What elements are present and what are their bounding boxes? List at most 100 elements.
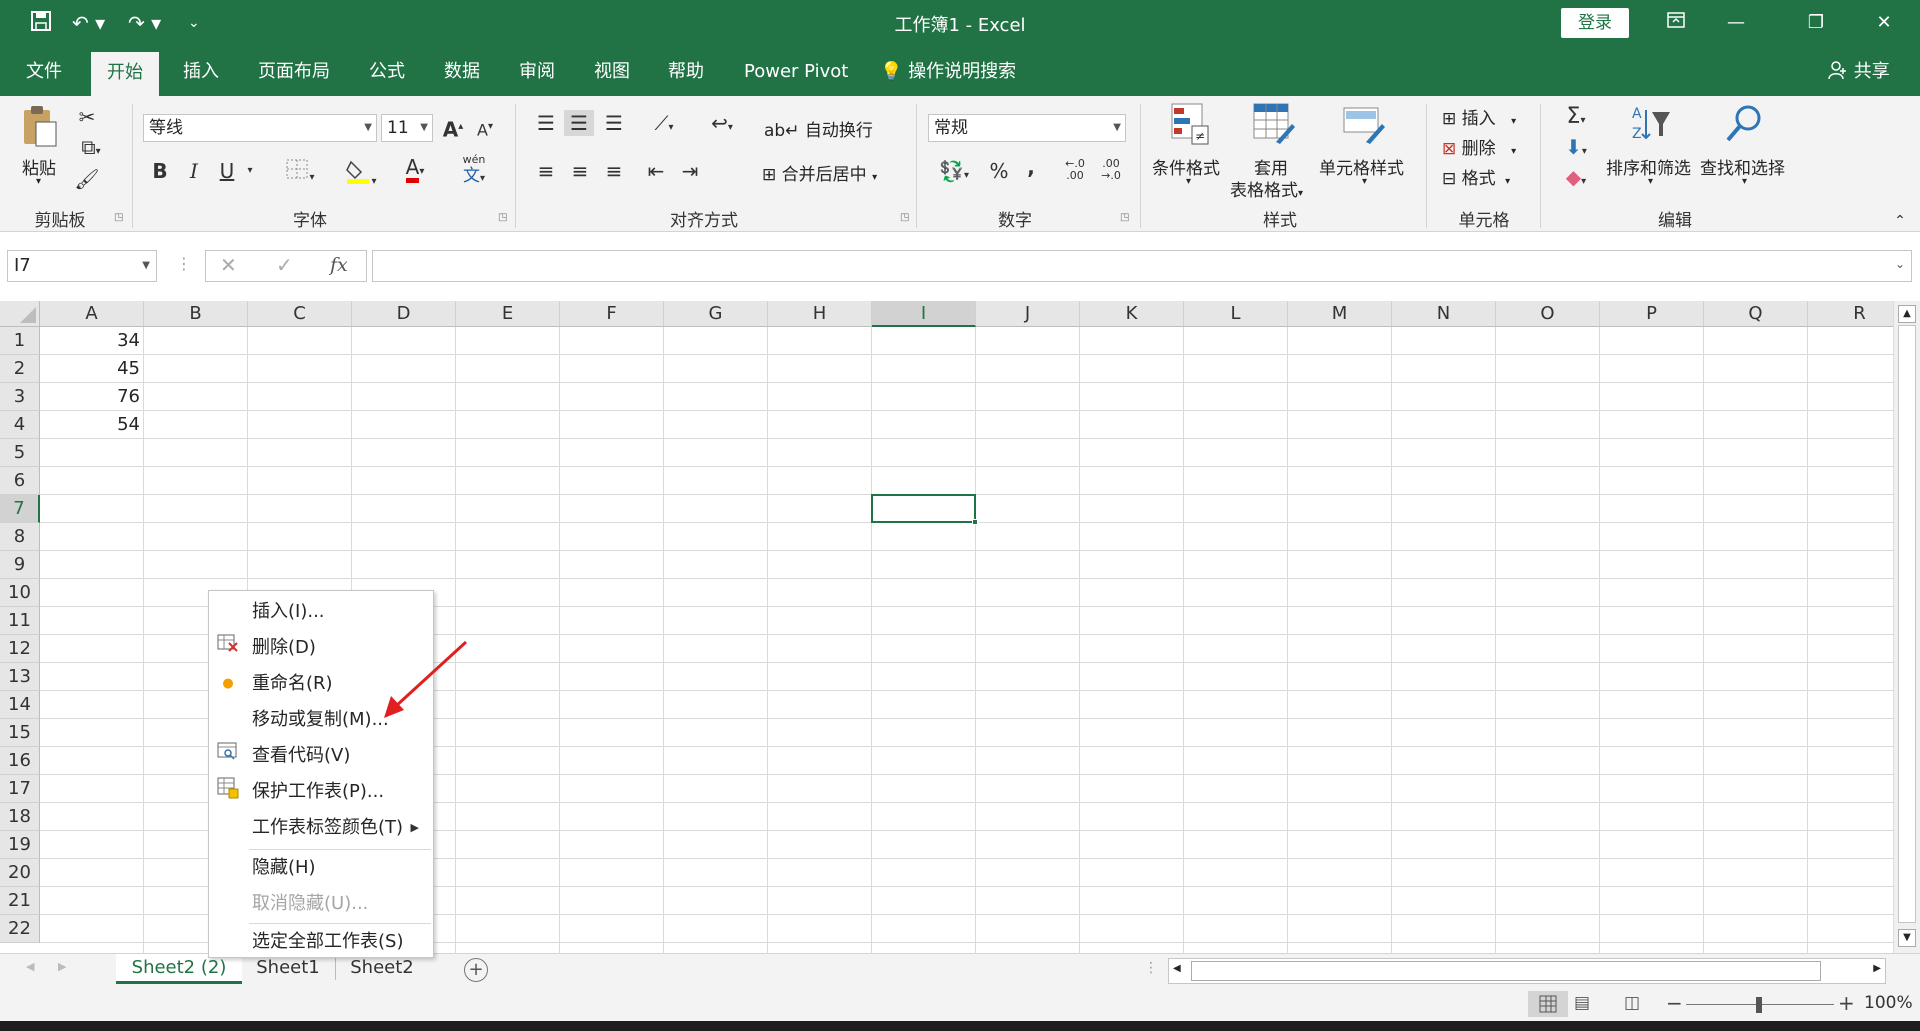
align-right-icon[interactable]: ≡ [600,158,628,184]
row-header-4[interactable]: 4 [0,411,40,439]
format-as-table-label-2[interactable]: 表格格式▾ [1230,176,1303,201]
row-header-15[interactable]: 15 [0,719,40,747]
row-header-18[interactable]: 18 [0,803,40,831]
insert-function-icon[interactable]: fx [330,254,348,276]
decrease-decimal-icon[interactable]: .00 →.0 [1096,158,1126,182]
row-header-19[interactable]: 19 [0,831,40,859]
page-break-view-icon[interactable]: ◫ [1624,993,1640,1013]
share-button[interactable]: 共享 [1828,47,1890,96]
row-header-2[interactable]: 2 [0,355,40,383]
paste-dropdown-icon[interactable]: ▾ [36,176,41,187]
row-header-20[interactable]: 20 [0,859,40,887]
vertical-scrollbar[interactable]: ▲ ▼ [1893,301,1920,953]
phonetic-guide-icon[interactable]: wén 文▾ [452,154,496,189]
increase-font-icon[interactable]: A▴ [440,114,466,143]
column-header-g[interactable]: G [664,301,768,327]
row-header-22[interactable]: 22 [0,915,40,943]
clear-icon[interactable]: ◆▾ [1556,164,1596,195]
menu-item-hide[interactable]: 隐藏(H) [209,853,433,883]
row-header-21[interactable]: 21 [0,887,40,915]
copy-icon[interactable]: ⧉▾ [74,134,108,165]
tab-help[interactable]: 帮助 [652,47,720,96]
page-layout-view-icon[interactable]: ▤ [1574,993,1590,1013]
row-header-17[interactable]: 17 [0,775,40,803]
align-middle-icon[interactable]: ☰ [564,110,594,136]
row-header-14[interactable]: 14 [0,691,40,719]
font-name-combo[interactable]: 等线 ▼ [143,114,377,142]
align-center-icon[interactable]: ≡ [566,158,594,184]
column-header-o[interactable]: O [1496,301,1600,327]
font-size-combo[interactable]: 11 ▼ [381,114,433,142]
percent-icon[interactable]: % [984,158,1014,184]
scroll-up-icon[interactable]: ▲ [1898,305,1916,323]
menu-item-move-copy[interactable]: 移动或复制(M)... [209,705,433,735]
italic-icon[interactable]: I [182,158,206,184]
row-header-9[interactable]: 9 [0,551,40,579]
minimize-icon[interactable]: — [1716,9,1756,37]
tab-page-layout[interactable]: 页面布局 [242,47,346,96]
row-header-8[interactable]: 8 [0,523,40,551]
align-left-icon[interactable]: ≡ [532,158,560,184]
column-header-c[interactable]: C [248,301,352,327]
borders-icon[interactable]: ▾ [276,158,324,191]
enter-icon[interactable]: ✓ [276,253,293,277]
menu-item-tab-color[interactable]: 工作表标签颜色(T) ▶ [209,813,433,843]
wrap-text-button[interactable]: ab↵ 自动换行 [764,116,873,141]
chevron-down-icon[interactable]: ▾ [1362,176,1367,187]
column-header-d[interactable]: D [352,301,456,327]
chevron-down-icon[interactable]: ▼ [142,251,150,281]
close-icon[interactable]: ✕ [1864,9,1904,37]
active-cell-border[interactable] [871,494,976,523]
login-button[interactable]: 登录 [1561,8,1629,38]
tab-split-grip-icon[interactable]: ⋮ [1144,960,1158,976]
row-header-16[interactable]: 16 [0,747,40,775]
decrease-indent-icon[interactable]: ⇤ [642,158,670,184]
horizontal-scrollbar[interactable]: ◀ ▶ [1168,958,1886,984]
column-header-p[interactable]: P [1600,301,1704,327]
horizontal-scroll-thumb[interactable] [1191,961,1821,981]
scroll-tabs-right-icon[interactable]: ▶ [58,960,66,973]
cell-a3[interactable]: 76 [40,383,140,411]
cell-a4[interactable]: 54 [40,411,140,439]
align-bottom-icon[interactable]: ☰ [600,110,628,136]
paste-icon[interactable] [18,104,62,154]
fill-handle[interactable] [972,519,978,525]
row-header-12[interactable]: 12 [0,635,40,663]
zoom-slider-thumb[interactable] [1756,997,1762,1013]
underline-icon[interactable]: U [215,158,239,184]
formula-input[interactable]: ⌄ [372,250,1912,282]
row-header-1[interactable]: 1 [0,327,40,355]
menu-item-insert[interactable]: 插入(I)... [209,597,433,627]
scroll-right-icon[interactable]: ▶ [1873,963,1881,974]
row-header-11[interactable]: 11 [0,607,40,635]
zoom-out-button[interactable]: − [1666,991,1683,1015]
ribbon-display-icon[interactable] [1656,9,1696,37]
bold-icon[interactable]: B [148,158,172,184]
sheet-tab-sheet1[interactable]: Sheet1 [246,954,330,984]
increase-decimal-icon[interactable]: ←.0 .00 [1060,158,1090,182]
clipboard-launcher-icon[interactable]: ◳ [114,212,123,223]
autosum-icon[interactable]: Σ▾ [1556,104,1596,134]
select-all-button[interactable] [0,301,40,327]
accounting-format-icon[interactable]: 💱▾ [932,158,976,189]
comma-style-icon[interactable]: , [1020,154,1042,180]
name-box[interactable]: I7 ▼ [7,250,157,282]
tell-me-search[interactable]: 💡 操作说明搜索 [880,47,1016,96]
menu-item-view-code[interactable]: 查看代码(V) [209,741,433,771]
menu-item-delete[interactable]: 删除(D) [209,633,433,663]
tab-file[interactable]: 文件 [10,47,78,96]
align-top-icon[interactable]: ☰ [532,110,560,136]
vertical-scroll-thumb[interactable] [1898,325,1916,923]
normal-view-icon[interactable] [1528,991,1568,1017]
fill-color-icon[interactable]: ▾ [338,158,384,195]
tab-review[interactable]: 审阅 [503,47,571,96]
scroll-tabs-left-icon[interactable]: ◀ [26,960,34,973]
column-header-l[interactable]: L [1184,301,1288,327]
merge-center-button[interactable]: ⊞ 合并后居中 ▾ [762,160,877,185]
delete-cells-button[interactable]: ⊠ 删除 ▾ [1442,134,1516,159]
cell-a2[interactable]: 45 [40,355,140,383]
menu-item-select-all-sheets[interactable]: 选定全部工作表(S) [209,927,433,957]
column-header-e[interactable]: E [456,301,560,327]
increase-indent-icon[interactable]: ⇥ [676,158,704,184]
zoom-level[interactable]: 100% [1864,993,1913,1013]
